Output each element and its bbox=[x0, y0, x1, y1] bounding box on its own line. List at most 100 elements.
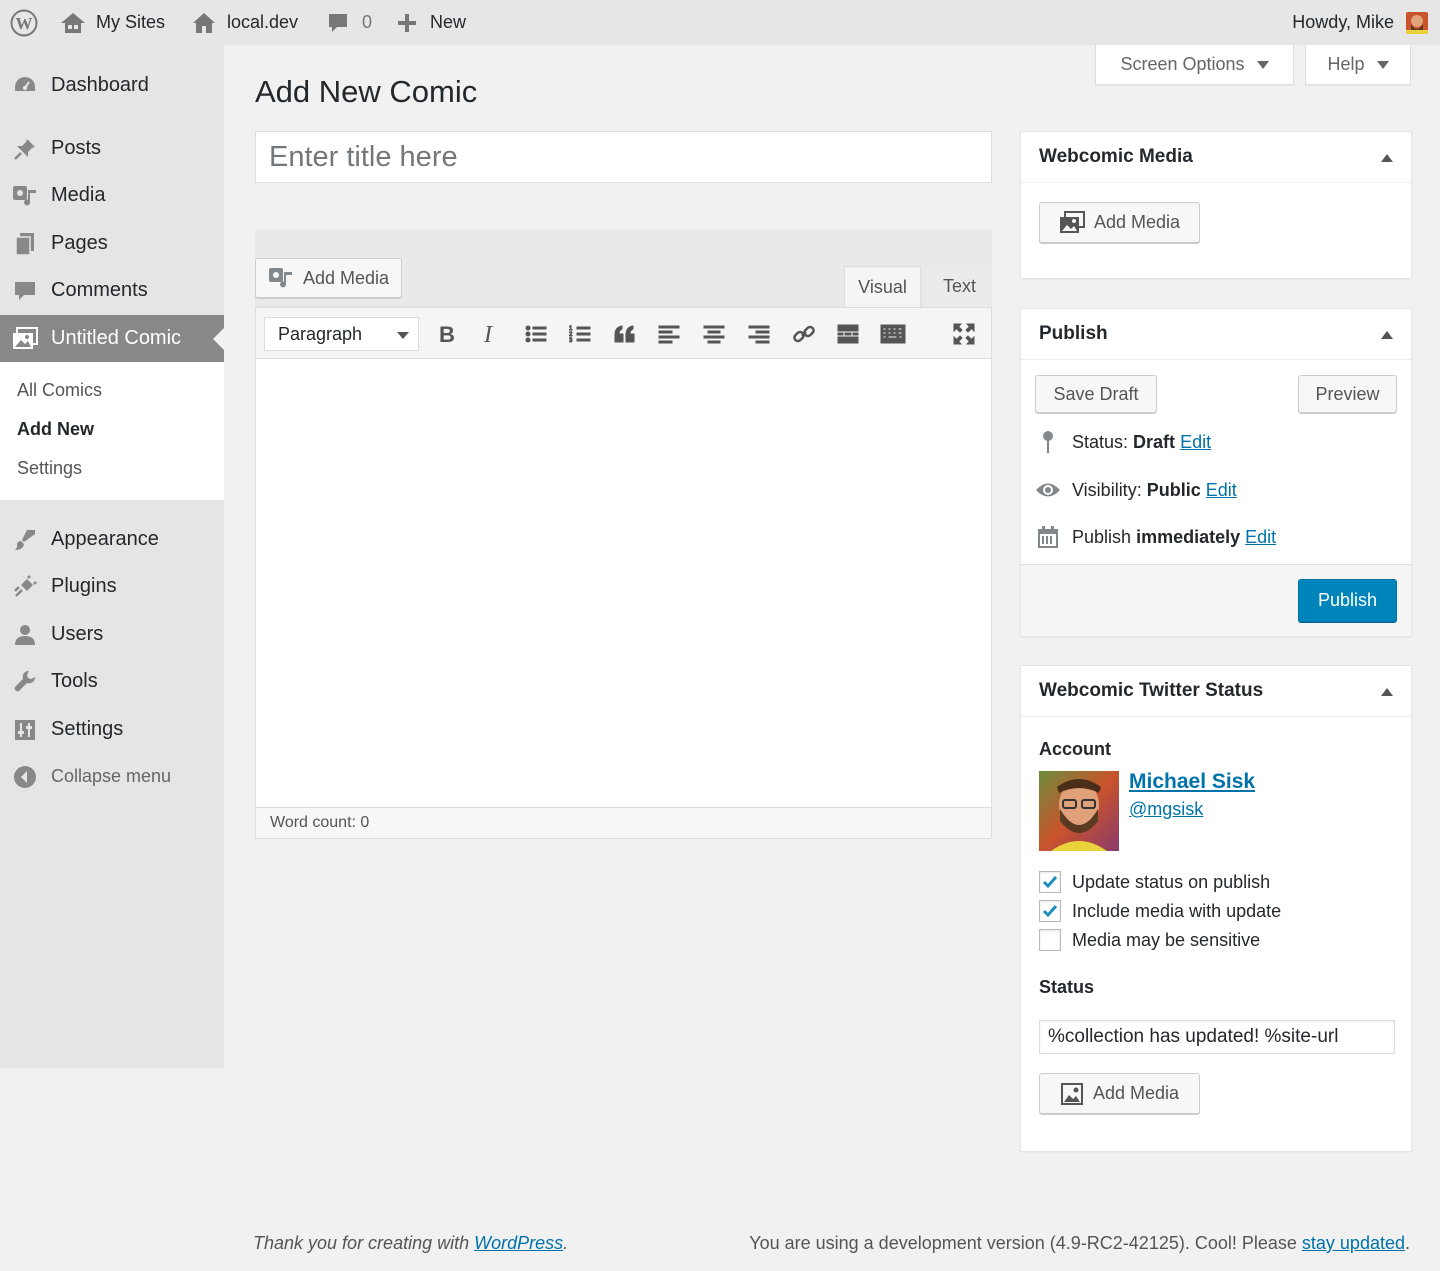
sidebar-item-tools[interactable]: Tools bbox=[0, 658, 224, 705]
sidebar-label-dashboard: Dashboard bbox=[51, 74, 149, 96]
update-status-label: Update status on publish bbox=[1072, 871, 1271, 892]
account-name-link[interactable]: Michael Sisk bbox=[1129, 770, 1255, 794]
blockquote-button[interactable] bbox=[610, 319, 640, 349]
help-button[interactable]: Help bbox=[1305, 45, 1411, 85]
wordpress-link[interactable]: WordPress bbox=[474, 1233, 563, 1253]
sidebar-item-comments[interactable]: Comments bbox=[0, 267, 224, 314]
my-sites-icon bbox=[59, 11, 87, 35]
publish-label: Publish bbox=[1072, 526, 1132, 547]
pushpin-icon bbox=[12, 136, 38, 162]
sidebar-label-users: Users bbox=[51, 623, 104, 645]
save-draft-button[interactable]: Save Draft bbox=[1035, 375, 1157, 413]
sidebar-item-users[interactable]: Users bbox=[0, 611, 224, 658]
sidebar-label-pages: Pages bbox=[51, 232, 108, 254]
comments-count: 0 bbox=[362, 12, 373, 32]
align-center-button[interactable] bbox=[699, 319, 729, 349]
editor-content-area[interactable] bbox=[255, 359, 992, 807]
admin-sidebar: Dashboard Posts Media Pages Comments Unt… bbox=[0, 45, 224, 1068]
checkmark-icon bbox=[1042, 876, 1058, 889]
format-select[interactable]: Paragraph bbox=[264, 317, 419, 351]
sidebar-item-dashboard[interactable]: Dashboard bbox=[0, 62, 224, 109]
comments-link[interactable]: 0 bbox=[327, 0, 372, 45]
wrench-icon bbox=[12, 669, 38, 695]
submenu-item-settings[interactable]: Settings bbox=[17, 458, 82, 479]
sidebar-item-untitled-comic[interactable]: Untitled Comic bbox=[0, 315, 224, 362]
footer-thanks-text: Thank you for creating with bbox=[253, 1233, 475, 1253]
site-name-label: local.dev bbox=[227, 12, 299, 32]
sidebar-label-media: Media bbox=[51, 184, 106, 206]
my-sites-link[interactable]: My Sites bbox=[59, 0, 165, 45]
wordpress-logo-icon[interactable]: W bbox=[10, 0, 38, 45]
read-more-icon bbox=[837, 324, 859, 344]
help-label: Help bbox=[1327, 54, 1365, 74]
toolbar-toggle-button[interactable] bbox=[878, 319, 908, 349]
collapse-arrow-up-icon[interactable] bbox=[1381, 331, 1393, 339]
footer-version-text: You are using a development version (4.9… bbox=[749, 1233, 1302, 1253]
include-media-checkbox-row[interactable]: Include media with update bbox=[1039, 900, 1281, 922]
media-sensitive-checkbox-row[interactable]: Media may be sensitive bbox=[1039, 929, 1260, 951]
sidebar-label-posts: Posts bbox=[51, 137, 102, 159]
editor-toolbar: Paragraph B I 123 bbox=[255, 307, 992, 359]
collapse-menu-button[interactable]: Collapse menu bbox=[0, 753, 224, 800]
my-account-link[interactable]: Howdy, Mike bbox=[1292, 0, 1428, 45]
include-media-checkbox[interactable] bbox=[1039, 900, 1061, 922]
format-select-value: Paragraph bbox=[278, 323, 363, 344]
edit-status-link[interactable]: Edit bbox=[1180, 432, 1211, 453]
align-right-button[interactable] bbox=[744, 319, 774, 349]
insert-link-button[interactable] bbox=[789, 319, 819, 349]
align-center-icon bbox=[703, 324, 725, 344]
read-more-button[interactable] bbox=[833, 319, 863, 349]
image-icon bbox=[1060, 1082, 1093, 1106]
fullscreen-button[interactable] bbox=[949, 319, 979, 349]
tab-text[interactable]: Text bbox=[927, 266, 992, 307]
editor-add-media-button[interactable]: Add Media bbox=[255, 258, 402, 298]
svg-text:W: W bbox=[16, 14, 33, 33]
twitter-status-header[interactable]: Webcomic Twitter Status bbox=[1021, 666, 1411, 717]
twitter-add-media-button[interactable]: Add Media bbox=[1039, 1073, 1200, 1114]
edit-publish-date-link[interactable]: Edit bbox=[1245, 527, 1276, 548]
preview-button[interactable]: Preview bbox=[1298, 375, 1397, 413]
bold-button[interactable]: B bbox=[431, 319, 461, 349]
webcomic-media-header[interactable]: Webcomic Media bbox=[1021, 132, 1411, 183]
sidebar-item-settings[interactable]: Settings bbox=[0, 706, 224, 753]
sidebar-item-media[interactable]: Media bbox=[0, 172, 224, 219]
update-status-checkbox-row[interactable]: Update status on publish bbox=[1039, 871, 1270, 893]
submenu-item-all-comics[interactable]: All Comics bbox=[17, 380, 102, 401]
status-text-input[interactable] bbox=[1039, 1020, 1395, 1054]
collapse-arrow-up-icon[interactable] bbox=[1381, 688, 1393, 696]
webcomic-add-media-button[interactable]: Add Media bbox=[1039, 202, 1200, 243]
numbered-list-button[interactable]: 123 bbox=[565, 319, 595, 349]
pages-icon bbox=[12, 231, 38, 257]
comment-bubble-icon bbox=[327, 12, 349, 34]
media-sensitive-checkbox[interactable] bbox=[1039, 929, 1061, 951]
collapse-arrow-up-icon[interactable] bbox=[1381, 154, 1393, 162]
italic-button[interactable]: I bbox=[475, 319, 505, 349]
media-icon bbox=[12, 183, 38, 209]
sidebar-item-pages[interactable]: Pages bbox=[0, 220, 224, 267]
edit-visibility-link[interactable]: Edit bbox=[1206, 480, 1237, 501]
publish-header[interactable]: Publish bbox=[1021, 309, 1411, 360]
sidebar-label-comments: Comments bbox=[51, 279, 148, 301]
align-left-button[interactable] bbox=[654, 319, 684, 349]
bulleted-list-button[interactable] bbox=[521, 319, 551, 349]
account-handle-link[interactable]: @mgsisk bbox=[1129, 799, 1203, 820]
publish-button[interactable]: Publish bbox=[1298, 579, 1397, 622]
sidebar-item-plugins[interactable]: Plugins bbox=[0, 563, 224, 610]
stay-updated-link[interactable]: stay updated bbox=[1302, 1233, 1405, 1253]
site-name-link[interactable]: local.dev bbox=[192, 0, 298, 45]
sidebar-item-appearance[interactable]: Appearance bbox=[0, 516, 224, 563]
new-content-link[interactable]: New bbox=[397, 0, 466, 45]
footer-version: You are using a development version (4.9… bbox=[749, 1233, 1410, 1254]
visibility-label: Visibility: bbox=[1072, 479, 1142, 500]
post-title-input[interactable] bbox=[255, 131, 992, 183]
add-media-icon bbox=[268, 266, 303, 290]
howdy-label: Howdy, Mike bbox=[1292, 12, 1394, 32]
fullscreen-icon bbox=[953, 323, 975, 345]
sliders-settings-icon bbox=[12, 717, 38, 743]
sidebar-item-posts[interactable]: Posts bbox=[0, 125, 224, 172]
submenu-item-add-new[interactable]: Add New bbox=[17, 419, 94, 440]
update-status-checkbox[interactable] bbox=[1039, 871, 1061, 893]
tab-visual[interactable]: Visual bbox=[844, 266, 921, 307]
screen-options-button[interactable]: Screen Options bbox=[1095, 45, 1294, 85]
caret-down-icon bbox=[1256, 60, 1269, 69]
